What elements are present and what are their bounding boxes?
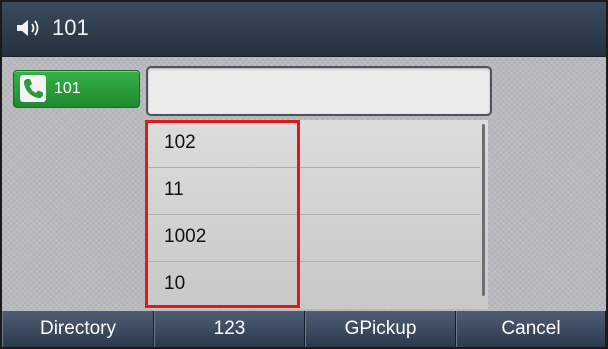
dial-area: 101 102 11 1002 10: [2, 57, 606, 311]
title-bar: 101: [2, 2, 606, 57]
line-key-label: 101: [54, 80, 81, 97]
directory-button[interactable]: Directory: [2, 311, 154, 347]
highlight-box: [145, 120, 300, 308]
scrollbar[interactable]: [482, 124, 485, 296]
title-text: 101: [52, 15, 89, 40]
number-mode-button[interactable]: 123: [154, 311, 305, 347]
line-key-101[interactable]: 101: [13, 70, 140, 108]
softkey-bar: Directory 123 GPickup Cancel: [2, 311, 606, 347]
cancel-button[interactable]: Cancel: [456, 311, 606, 347]
gpickup-button[interactable]: GPickup: [305, 311, 456, 347]
speaker-icon: [17, 20, 39, 36]
phone-screen: 101 101 102 11 1002 10 Directory 123 GPi…: [0, 0, 608, 349]
phone-icon: [20, 75, 46, 102]
dial-input[interactable]: [146, 66, 492, 116]
